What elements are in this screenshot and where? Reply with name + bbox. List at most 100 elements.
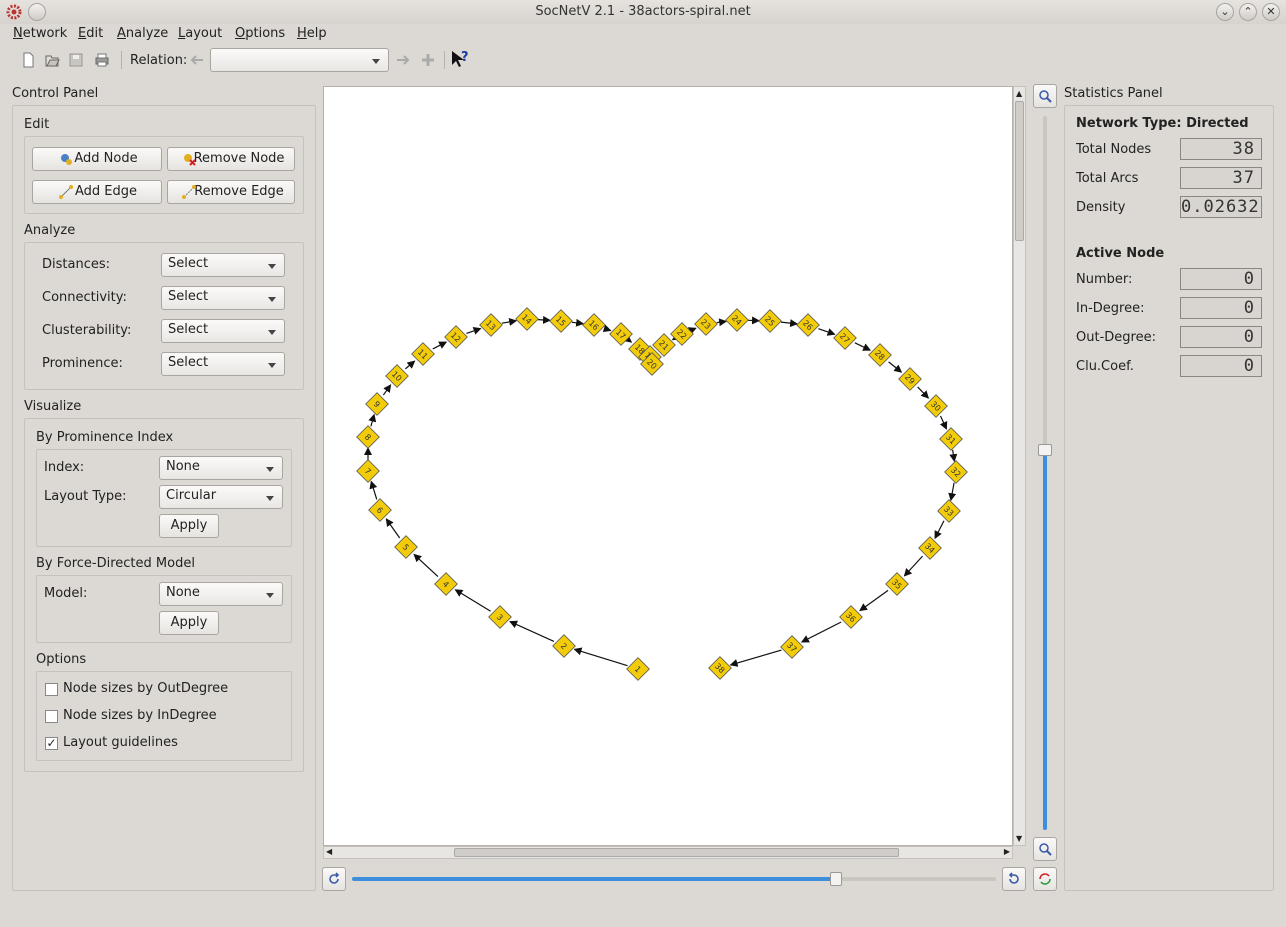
graph-edge[interactable] <box>432 341 448 350</box>
menu-network[interactable]: Network <box>13 26 67 41</box>
vertical-scrollbar[interactable]: ▲ ▼ <box>1013 86 1026 846</box>
graph-edge[interactable] <box>382 384 392 396</box>
distances-select[interactable]: Select <box>161 253 285 277</box>
graph-edge[interactable] <box>501 318 518 326</box>
window-menu-button[interactable] <box>28 3 46 21</box>
graph-node[interactable]: 7 <box>356 459 380 483</box>
maximize-button[interactable]: ⌃ <box>1239 3 1257 21</box>
menu-analyze[interactable]: Analyze <box>117 26 168 41</box>
rotate-slider[interactable] <box>352 872 996 886</box>
layout-guidelines-checkbox[interactable]: ✓ <box>45 737 58 750</box>
minimize-button[interactable]: ⌄ <box>1216 3 1234 21</box>
connectivity-select[interactable]: Select <box>161 286 285 310</box>
graph-edge[interactable] <box>949 449 958 463</box>
graph-node[interactable]: 26 <box>796 313 820 337</box>
graph-edge[interactable] <box>687 327 697 335</box>
new-file-icon[interactable] <box>20 52 36 68</box>
relation-select[interactable] <box>210 48 389 72</box>
zoom-out-button[interactable] <box>1033 837 1057 861</box>
graph-canvas[interactable]: 1234567891011121314151617181920212223242… <box>323 86 1013 846</box>
node-sizes-indegree-checkbox[interactable] <box>45 710 58 723</box>
graph-node[interactable]: 2 <box>552 634 576 658</box>
zoom-in-button[interactable] <box>1033 84 1057 108</box>
previous-relation-icon[interactable] <box>189 52 205 68</box>
rotate-slider-handle[interactable] <box>830 872 842 886</box>
graph-edge[interactable] <box>573 647 628 667</box>
graph-node[interactable]: 24 <box>725 308 749 332</box>
horizontal-scroll-thumb[interactable] <box>454 848 899 857</box>
graph-edge[interactable] <box>818 328 836 336</box>
graph-edge[interactable] <box>602 324 612 333</box>
network-graph[interactable]: 1234567891011121314151617181920212223242… <box>324 87 1014 847</box>
graph-edge[interactable] <box>413 553 439 577</box>
graph-node[interactable]: 17 <box>609 322 633 346</box>
graph-node[interactable]: 28 <box>868 343 892 367</box>
graph-node[interactable]: 12 <box>444 325 468 349</box>
graph-edge[interactable] <box>369 480 378 500</box>
graph-node[interactable]: 16 <box>582 313 606 337</box>
save-icon[interactable] <box>68 52 84 68</box>
close-button[interactable]: ✕ <box>1262 3 1280 21</box>
graph-node[interactable]: 23 <box>694 312 718 336</box>
print-icon[interactable] <box>94 52 110 68</box>
graph-node[interactable]: 14 <box>515 307 539 331</box>
menu-edit[interactable]: Edit <box>78 26 103 41</box>
menu-options[interactable]: Options <box>235 26 285 41</box>
graph-edge[interactable] <box>854 342 872 351</box>
zoom-slider-handle[interactable] <box>1038 444 1052 456</box>
add-edge-button[interactable]: Add Edge <box>32 180 162 204</box>
graph-node[interactable]: 36 <box>839 605 863 629</box>
graph-node[interactable]: 22 <box>670 322 694 346</box>
graph-node[interactable]: 15 <box>549 309 573 333</box>
graph-edge[interactable] <box>368 413 377 427</box>
index-select[interactable]: None <box>159 456 283 480</box>
graph-node[interactable]: 32 <box>944 460 968 484</box>
graph-edge[interactable] <box>405 360 416 370</box>
graph-edge[interactable] <box>571 318 585 327</box>
graph-edge[interactable] <box>454 589 491 612</box>
graph-node[interactable]: 33 <box>937 499 961 523</box>
vertical-scroll-thumb[interactable] <box>1015 101 1024 241</box>
graph-node[interactable]: 27 <box>833 326 857 350</box>
graph-edge[interactable] <box>466 327 482 335</box>
prominence-select[interactable]: Select <box>161 352 285 376</box>
graph-edge[interactable] <box>729 649 782 667</box>
graph-node[interactable]: 3 <box>488 605 512 629</box>
horizontal-scrollbar[interactable]: ◀ ▶ <box>323 846 1013 859</box>
scroll-up-icon[interactable]: ▲ <box>1016 89 1022 98</box>
graph-edge[interactable] <box>948 482 957 502</box>
graph-node[interactable]: 9 <box>365 392 389 416</box>
rotate-right-button[interactable] <box>1002 867 1026 891</box>
remove-node-button[interactable]: Remove Node <box>167 147 295 171</box>
graph-edge[interactable] <box>917 386 930 399</box>
graph-node[interactable]: 8 <box>356 425 380 449</box>
graph-edge[interactable] <box>509 620 555 643</box>
scroll-right-icon[interactable]: ▶ <box>1004 847 1010 856</box>
node-sizes-outdegree-checkbox[interactable] <box>45 683 58 696</box>
clusterability-select[interactable]: Select <box>161 319 285 343</box>
graph-edge[interactable] <box>716 318 728 327</box>
whats-this-icon[interactable]: ? <box>450 49 470 69</box>
graph-node[interactable]: 6 <box>368 498 392 522</box>
menu-layout[interactable]: Layout <box>178 26 222 41</box>
graph-node[interactable]: 10 <box>385 364 409 388</box>
graph-edge[interactable] <box>623 334 633 343</box>
app-gear-icon[interactable] <box>6 4 22 20</box>
scroll-left-icon[interactable]: ◀ <box>326 847 332 856</box>
graph-edge[interactable] <box>903 555 924 577</box>
rotate-left-button[interactable] <box>322 867 346 891</box>
graph-node[interactable]: 1 <box>626 657 650 681</box>
zoom-slider[interactable] <box>1038 116 1052 830</box>
graph-edge[interactable] <box>385 518 401 539</box>
apply-force-button[interactable]: Apply <box>159 611 219 635</box>
graph-node[interactable]: 31 <box>939 427 963 451</box>
graph-node[interactable]: 25 <box>758 309 782 333</box>
scroll-down-icon[interactable]: ▼ <box>1016 834 1022 843</box>
layout-type-select[interactable]: Circular <box>159 485 283 509</box>
model-select[interactable]: None <box>159 582 283 606</box>
remove-edge-button[interactable]: Remove Edge <box>167 180 295 204</box>
reset-view-button[interactable] <box>1033 867 1057 891</box>
open-file-icon[interactable] <box>44 52 60 68</box>
graph-node[interactable]: 38 <box>708 656 732 680</box>
graph-node[interactable]: 13 <box>479 313 503 337</box>
